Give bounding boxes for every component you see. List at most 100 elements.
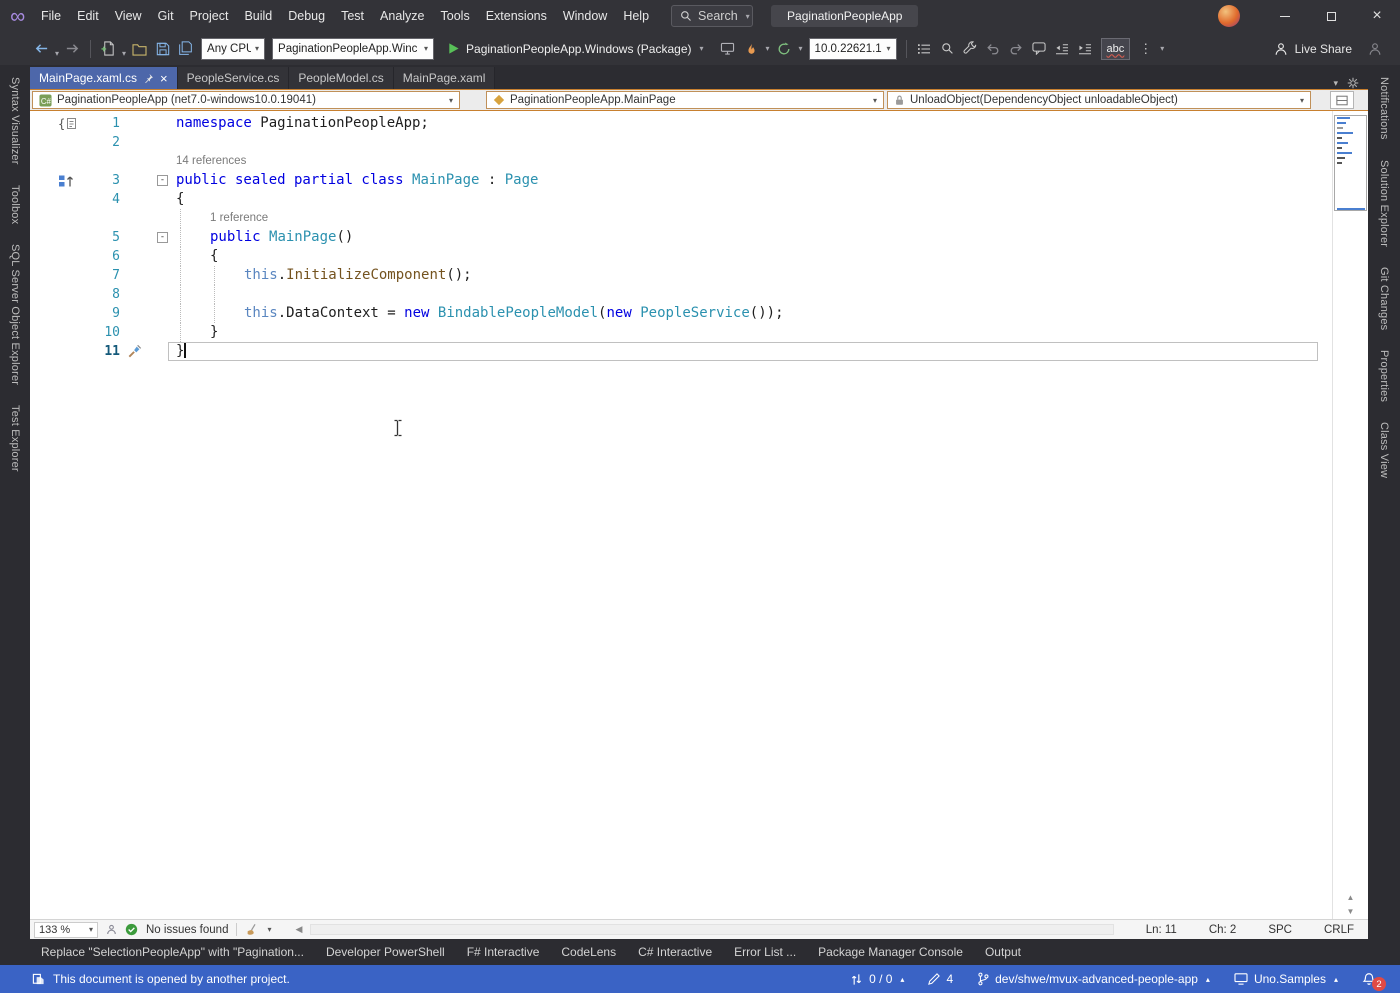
code-cleanup-icon[interactable] [245, 923, 259, 937]
panel-tab-developer-powershell[interactable]: Developer PowerShell [315, 939, 456, 965]
menu-edit[interactable]: Edit [69, 0, 107, 32]
fold-margin[interactable]: - [125, 228, 174, 247]
scroll-down-icon[interactable]: ▼ [1347, 907, 1355, 916]
git-branch-picker[interactable]: dev/shwe/mvux-advanced-people-app ▴ [977, 972, 1210, 986]
fold-margin[interactable] [125, 323, 174, 342]
save-all-icon[interactable] [174, 36, 197, 60]
fold-margin[interactable] [125, 285, 174, 304]
breakpoint-margin[interactable] [30, 342, 78, 361]
fold-collapse-icon[interactable]: - [157, 175, 168, 186]
code-text[interactable]: } [174, 342, 1332, 361]
pin-icon[interactable] [143, 73, 154, 84]
close-icon[interactable]: × [160, 72, 168, 85]
decrease-indent-icon[interactable] [1051, 37, 1074, 61]
tool-tab-notifications[interactable]: Notifications [1378, 77, 1390, 140]
breakpoint-margin[interactable] [30, 247, 78, 266]
code-text[interactable]: this.DataContext = new BindablePeopleMod… [174, 304, 1332, 323]
open-file-icon[interactable] [128, 37, 151, 61]
intellicode-icon[interactable] [106, 924, 117, 935]
user-avatar[interactable] [1218, 5, 1240, 27]
toolbar-options-icon[interactable]: ⋮ [1134, 37, 1157, 61]
wrench-icon[interactable] [959, 36, 982, 60]
fold-margin[interactable] [125, 247, 174, 266]
repo-picker[interactable]: Uno.Samples ▴ [1234, 972, 1338, 986]
live-share-button[interactable]: Live Share [1264, 42, 1362, 56]
member-dropdown[interactable]: UnloadObject(DependencyObject unloadable… [887, 91, 1311, 109]
project-dropdown[interactable]: C# PaginationPeopleApp (net7.0-windows10… [32, 91, 460, 109]
fold-margin[interactable] [125, 114, 174, 133]
menu-git[interactable]: Git [150, 0, 182, 32]
fold-margin[interactable]: - [125, 171, 174, 190]
back-icon[interactable] [30, 36, 53, 60]
minimize-button[interactable] [1262, 0, 1308, 32]
code-text[interactable]: { [174, 190, 1332, 209]
tab-mainpage-xaml[interactable]: MainPage.xaml [394, 67, 496, 89]
scroll-left-icon[interactable]: ◀ [295, 924, 302, 935]
code-text[interactable]: public sealed partial class MainPage : P… [174, 171, 1332, 190]
breakpoint-margin[interactable] [30, 323, 78, 342]
code-text[interactable]: } [174, 323, 1332, 342]
codelens-label[interactable]: 14 references [174, 152, 1332, 171]
menu-build[interactable]: Build [236, 0, 280, 32]
solution-platform-dropdown[interactable]: Any CPU▾ [201, 38, 265, 60]
minimap-scrollbar[interactable]: ▲ ▼ [1332, 111, 1368, 919]
code-text[interactable] [174, 133, 1332, 152]
breakpoint-margin[interactable] [30, 209, 78, 228]
zoom-dropdown[interactable]: 133 % ▾ [34, 922, 98, 938]
notifications-bell[interactable]: 2 [1362, 972, 1376, 986]
solution-name-badge[interactable]: PaginationPeopleApp [771, 5, 918, 27]
debug-target-icon[interactable] [716, 37, 739, 61]
fold-margin[interactable] [125, 209, 174, 228]
tool-tab-git-changes[interactable]: Git Changes [1378, 267, 1390, 330]
breakpoint-margin[interactable] [30, 304, 78, 323]
new-file-icon[interactable] [97, 36, 120, 60]
code-text[interactable]: public MainPage() [174, 228, 1332, 247]
tab-settings-icon[interactable] [1347, 77, 1359, 89]
panel-tab-replace-selectionpeopleapp-with-paginati[interactable]: Replace "SelectionPeopleApp" with "Pagin… [30, 939, 315, 965]
breakpoint-margin[interactable] [30, 133, 78, 152]
menu-window[interactable]: Window [555, 0, 615, 32]
breakpoint-margin[interactable] [30, 228, 78, 247]
tool-tab-toolbox[interactable]: Toolbox [9, 185, 21, 224]
panel-tab-codelens[interactable]: CodeLens [550, 939, 627, 965]
health-status[interactable]: No issues found [146, 924, 228, 936]
code-text[interactable]: this.InitializeComponent(); [174, 266, 1332, 285]
tool-tab-class-view[interactable]: Class View [1378, 422, 1390, 478]
startup-project-dropdown[interactable]: PaginationPeopleApp.Winc▾ [272, 38, 434, 60]
tool-tab-test-explorer[interactable]: Test Explorer [9, 405, 21, 472]
tool-tab-properties[interactable]: Properties [1378, 350, 1390, 402]
git-sync-status[interactable]: 0 / 0 ▴ [850, 972, 904, 986]
tab-mainpage-xaml-cs[interactable]: MainPage.xaml.cs× [30, 67, 178, 89]
panel-tab-error-list[interactable]: Error List ... [723, 939, 807, 965]
fold-margin[interactable] [125, 304, 174, 323]
scroll-up-icon[interactable]: ▲ [1347, 893, 1355, 902]
tool-tab-syntax-visualizer[interactable]: Syntax Visualizer [9, 77, 21, 165]
pending-edits[interactable]: 4 [928, 972, 953, 986]
search-box[interactable]: Search ▾ [671, 5, 753, 27]
tab-list-dropdown-icon[interactable]: ▾ [1333, 78, 1338, 89]
fold-collapse-icon[interactable]: - [157, 232, 168, 243]
sdk-version-dropdown[interactable]: 10.0.22621.1▾ [809, 38, 897, 60]
menu-project[interactable]: Project [182, 0, 237, 32]
menu-view[interactable]: View [107, 0, 150, 32]
menu-extensions[interactable]: Extensions [478, 0, 555, 32]
fold-margin[interactable] [125, 342, 174, 361]
menu-test[interactable]: Test [333, 0, 372, 32]
breakpoint-margin[interactable]: { [30, 114, 78, 133]
tool-tab-sql-server-object-explorer[interactable]: SQL Server Object Explorer [9, 244, 21, 385]
menu-tools[interactable]: Tools [433, 0, 478, 32]
breakpoint-margin[interactable] [30, 152, 78, 171]
tab-peoplemodel-cs[interactable]: PeopleModel.cs [289, 67, 393, 89]
panel-tab-package-manager-console[interactable]: Package Manager Console [807, 939, 974, 965]
menu-analyze[interactable]: Analyze [372, 0, 432, 32]
code-text[interactable]: namespace PaginationPeopleApp; [174, 114, 1332, 133]
forward-icon[interactable] [61, 36, 84, 60]
tool-tab-solution-explorer[interactable]: Solution Explorer [1378, 160, 1390, 247]
details-list-icon[interactable] [913, 37, 936, 61]
comment-icon[interactable] [1028, 37, 1051, 61]
fold-margin[interactable] [125, 133, 174, 152]
redo-icon[interactable] [1005, 37, 1028, 61]
code-surface[interactable]: {1namespace PaginationPeopleApp;214 refe… [30, 111, 1332, 919]
close-button[interactable]: × [1354, 0, 1400, 32]
codelens-label[interactable]: 1 reference [174, 209, 1332, 228]
